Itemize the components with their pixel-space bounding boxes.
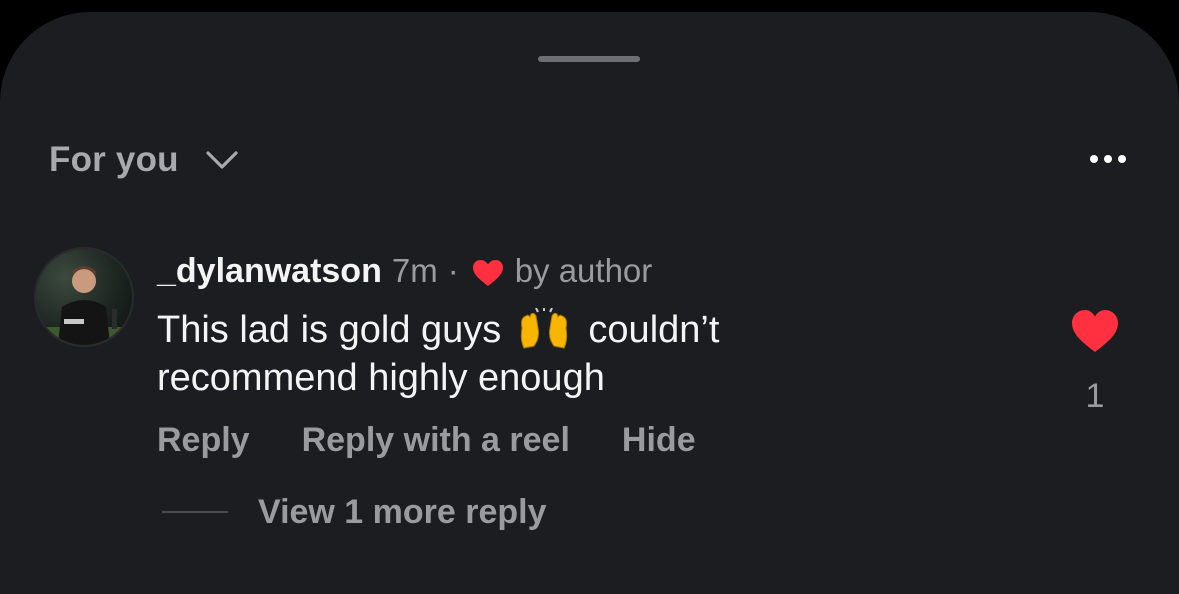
like-heart-icon[interactable]	[1070, 308, 1120, 354]
view-replies-button[interactable]: View 1 more reply	[162, 490, 547, 534]
like-count: 1	[1085, 377, 1105, 415]
more-options-button[interactable]	[1078, 142, 1138, 176]
reply-button[interactable]: Reply	[157, 421, 250, 460]
avatar-photo	[36, 249, 132, 345]
replies-divider	[162, 511, 228, 513]
more-dot-icon	[1104, 155, 1112, 163]
comment-actions: Reply Reply with a reel Hide	[157, 418, 696, 462]
reply-with-reel-button[interactable]: Reply with a reel	[302, 421, 570, 460]
more-dot-icon	[1118, 155, 1126, 163]
hide-button[interactable]: Hide	[622, 421, 696, 460]
liked-by-author-label: by author	[514, 252, 653, 289]
more-dot-icon	[1090, 155, 1098, 163]
chevron-down-icon	[206, 151, 238, 169]
heart-icon	[472, 260, 503, 286]
comment-username[interactable]: _dylanwatson	[157, 252, 382, 291]
feed-filter-dropdown[interactable]: For you	[49, 138, 239, 182]
view-replies-label: View 1 more reply	[258, 492, 547, 531]
sheet-grabber-handle[interactable]	[538, 56, 640, 62]
feed-filter-label: For you	[49, 140, 179, 179]
separator-dot: ·	[447, 252, 459, 289]
comments-sheet: For you _dylanwatson 7m · by author This…	[0, 12, 1179, 594]
raising-hands-emoji	[520, 308, 568, 349]
comment-text-part: This lad is gold guys	[157, 309, 502, 351]
comment-header: _dylanwatson 7m · by author	[157, 252, 652, 292]
comment-text: This lad is gold guys couldn’t recommend…	[157, 306, 917, 402]
avatar[interactable]	[36, 249, 132, 345]
comment-timestamp: 7m	[391, 252, 438, 289]
